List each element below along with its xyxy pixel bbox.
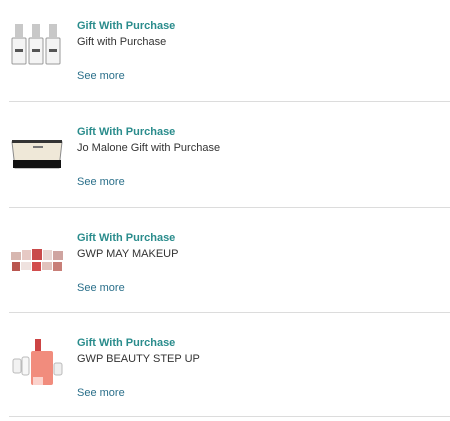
item-title: Gift With Purchase <box>77 20 176 32</box>
cosmetic-pouch-icon <box>9 122 65 178</box>
list-item: Gift With Purchase Gift with Purchase Se… <box>9 0 450 104</box>
list-item: Gift With Purchase Jo Malone Gift with P… <box>9 106 450 210</box>
see-more-link[interactable]: See more <box>77 70 125 82</box>
gift-list: Gift With Purchase Gift with Purchase Se… <box>0 0 450 418</box>
item-description: GWP MAY MAKEUP <box>77 248 179 260</box>
divider <box>9 207 450 208</box>
divider <box>9 312 450 313</box>
list-item: Gift With Purchase GWP MAY MAKEUP See mo… <box>9 212 450 316</box>
see-more-link[interactable]: See more <box>77 282 125 294</box>
divider <box>9 101 450 102</box>
beauty-products-icon <box>9 333 65 389</box>
item-description: GWP BEAUTY STEP UP <box>77 353 200 365</box>
perfume-bottles-icon <box>9 16 65 72</box>
item-title: Gift With Purchase <box>77 126 176 138</box>
makeup-set-icon <box>9 228 65 284</box>
item-title: Gift With Purchase <box>77 232 176 244</box>
list-item: Gift With Purchase GWP BEAUTY STEP UP Se… <box>9 317 450 421</box>
item-description: Jo Malone Gift with Purchase <box>77 142 221 154</box>
divider <box>9 416 450 417</box>
item-title: Gift With Purchase <box>77 337 176 349</box>
item-description: Gift with Purchase <box>77 36 167 48</box>
see-more-link[interactable]: See more <box>77 176 125 188</box>
see-more-link[interactable]: See more <box>77 387 125 399</box>
